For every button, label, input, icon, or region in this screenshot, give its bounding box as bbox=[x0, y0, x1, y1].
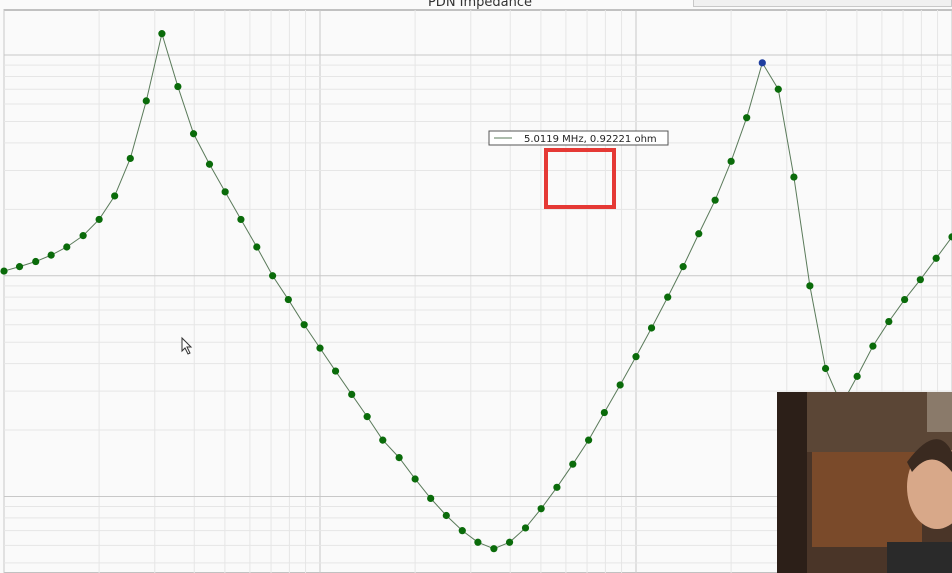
data-point[interactable] bbox=[411, 475, 419, 483]
data-point[interactable] bbox=[442, 511, 450, 520]
data-point[interactable] bbox=[427, 494, 435, 502]
data-point[interactable] bbox=[63, 243, 71, 251]
data-point[interactable] bbox=[727, 157, 735, 165]
data-point[interactable] bbox=[743, 114, 751, 122]
data-point[interactable] bbox=[869, 342, 877, 350]
highlighted-data-point[interactable] bbox=[758, 59, 766, 67]
data-tooltip: 5.0119 MHz, 0.92221 ohm bbox=[488, 130, 669, 146]
data-point[interactable] bbox=[853, 372, 861, 380]
data-point[interactable] bbox=[806, 282, 814, 290]
data-point[interactable] bbox=[221, 188, 229, 196]
data-point[interactable] bbox=[253, 243, 261, 251]
data-point[interactable] bbox=[632, 353, 640, 361]
data-point[interactable] bbox=[126, 154, 134, 163]
data-point[interactable] bbox=[569, 460, 577, 468]
chart-title: PDN Impedance bbox=[428, 0, 532, 10]
data-point[interactable] bbox=[284, 295, 292, 304]
data-point[interactable] bbox=[885, 317, 893, 326]
data-point[interactable] bbox=[821, 364, 830, 373]
data-point[interactable] bbox=[901, 295, 909, 304]
data-point[interactable] bbox=[616, 381, 624, 389]
data-point[interactable] bbox=[348, 390, 356, 399]
data-point[interactable] bbox=[363, 413, 371, 421]
data-point[interactable] bbox=[47, 251, 55, 259]
data-point[interactable] bbox=[95, 215, 103, 224]
data-point[interactable] bbox=[331, 367, 340, 375]
tooltip-label: 5.0119 MHz, 0.92221 ohm bbox=[524, 134, 657, 145]
data-point[interactable] bbox=[474, 538, 482, 546]
data-point[interactable] bbox=[111, 192, 119, 200]
data-point[interactable] bbox=[158, 30, 166, 38]
data-point[interactable] bbox=[932, 254, 940, 262]
data-point[interactable] bbox=[585, 436, 593, 444]
data-point[interactable] bbox=[711, 196, 719, 204]
data-point[interactable] bbox=[174, 82, 182, 91]
data-point[interactable] bbox=[189, 130, 198, 138]
data-point[interactable] bbox=[32, 257, 40, 266]
data-point[interactable] bbox=[664, 293, 672, 301]
data-point[interactable] bbox=[205, 160, 214, 168]
data-point[interactable] bbox=[490, 545, 498, 553]
data-point[interactable] bbox=[505, 538, 514, 546]
data-point[interactable] bbox=[458, 527, 466, 535]
data-point[interactable] bbox=[537, 505, 545, 513]
data-point[interactable] bbox=[521, 524, 530, 532]
data-point[interactable] bbox=[269, 272, 277, 280]
data-point[interactable] bbox=[237, 215, 245, 224]
toolbar-fragment bbox=[693, 0, 952, 7]
data-point[interactable] bbox=[679, 263, 687, 271]
data-point[interactable] bbox=[142, 97, 150, 105]
presenter-image bbox=[777, 392, 952, 573]
data-point[interactable] bbox=[379, 436, 387, 444]
data-point[interactable] bbox=[0, 267, 8, 275]
data-point[interactable] bbox=[774, 85, 782, 93]
webcam-overlay bbox=[777, 392, 952, 573]
data-point[interactable] bbox=[316, 344, 324, 352]
data-point[interactable] bbox=[695, 230, 703, 238]
data-point[interactable] bbox=[553, 483, 561, 491]
data-point[interactable] bbox=[300, 321, 308, 329]
data-point[interactable] bbox=[79, 232, 87, 240]
data-point[interactable] bbox=[15, 263, 24, 271]
data-point[interactable] bbox=[790, 173, 798, 181]
data-point[interactable] bbox=[600, 408, 608, 417]
data-point[interactable] bbox=[395, 453, 403, 462]
data-point[interactable] bbox=[916, 276, 924, 284]
data-point[interactable] bbox=[647, 324, 656, 332]
